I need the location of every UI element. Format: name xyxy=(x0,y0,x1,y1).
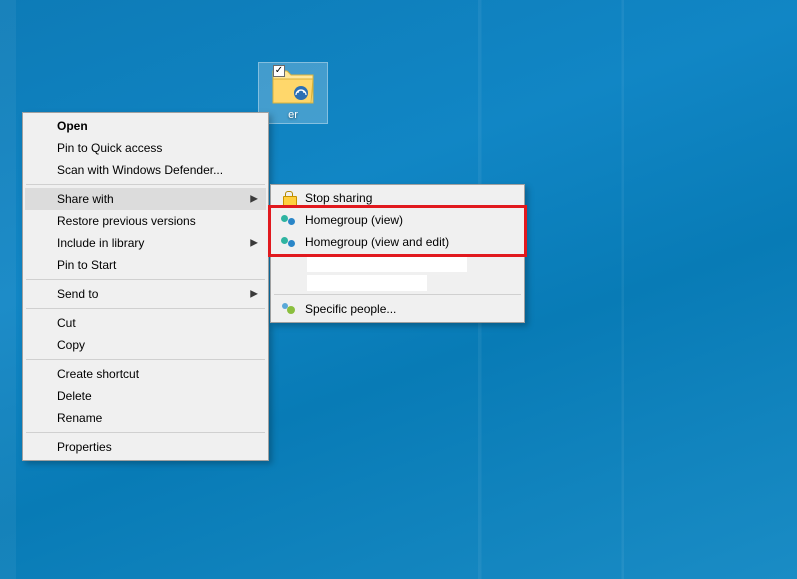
submenu-homegroup-view-label: Homegroup (view) xyxy=(305,213,403,227)
redacted-item xyxy=(307,256,467,272)
menu-scan-windows-defender-label: Scan with Windows Defender... xyxy=(57,163,223,177)
people-icon xyxy=(281,301,297,317)
menu-open[interactable]: Open xyxy=(25,115,266,137)
menu-separator xyxy=(26,184,265,185)
menu-send-to[interactable]: Send to ▶ xyxy=(25,283,266,305)
menu-restore-previous-versions-label: Restore previous versions xyxy=(57,214,196,228)
submenu-homegroup-view-edit[interactable]: Homegroup (view and edit) xyxy=(273,231,522,253)
menu-share-with[interactable]: Share with ▶ xyxy=(25,188,266,210)
lock-icon xyxy=(281,190,297,206)
menu-pin-quick-access-label: Pin to Quick access xyxy=(57,141,162,155)
menu-separator xyxy=(26,308,265,309)
menu-delete-label: Delete xyxy=(57,389,92,403)
redacted-item xyxy=(307,275,427,291)
menu-open-label: Open xyxy=(57,119,88,133)
menu-properties[interactable]: Properties xyxy=(25,436,266,458)
menu-copy[interactable]: Copy xyxy=(25,334,266,356)
submenu-stop-sharing-label: Stop sharing xyxy=(305,191,372,205)
submenu-specific-people[interactable]: Specific people... xyxy=(273,298,522,320)
submenu-stop-sharing[interactable]: Stop sharing xyxy=(273,187,522,209)
menu-separator xyxy=(26,279,265,280)
share-with-submenu: Stop sharing Homegroup (view) Homegroup … xyxy=(270,184,525,323)
submenu-specific-people-label: Specific people... xyxy=(305,302,396,316)
menu-rename[interactable]: Rename xyxy=(25,407,266,429)
menu-cut-label: Cut xyxy=(57,316,76,330)
menu-rename-label: Rename xyxy=(57,411,102,425)
folder-icon: ✓ xyxy=(271,67,315,107)
menu-create-shortcut[interactable]: Create shortcut xyxy=(25,363,266,385)
menu-create-shortcut-label: Create shortcut xyxy=(57,367,139,381)
context-menu: Open Pin to Quick access Scan with Windo… xyxy=(22,112,269,461)
menu-share-with-label: Share with xyxy=(57,192,114,206)
menu-send-to-label: Send to xyxy=(57,287,98,301)
selection-checkbox-icon: ✓ xyxy=(273,65,285,77)
menu-properties-label: Properties xyxy=(57,440,112,454)
menu-pin-to-start-label: Pin to Start xyxy=(57,258,116,272)
homegroup-icon xyxy=(281,234,297,250)
menu-scan-windows-defender[interactable]: Scan with Windows Defender... xyxy=(25,159,266,181)
menu-separator xyxy=(26,359,265,360)
menu-separator xyxy=(26,432,265,433)
menu-separator xyxy=(274,294,521,295)
homegroup-icon xyxy=(281,212,297,228)
menu-include-in-library-label: Include in library xyxy=(57,236,144,250)
submenu-arrow-icon: ▶ xyxy=(250,194,258,205)
menu-delete[interactable]: Delete xyxy=(25,385,266,407)
menu-copy-label: Copy xyxy=(57,338,85,352)
menu-pin-to-start[interactable]: Pin to Start xyxy=(25,254,266,276)
menu-pin-quick-access[interactable]: Pin to Quick access xyxy=(25,137,266,159)
menu-cut[interactable]: Cut xyxy=(25,312,266,334)
submenu-arrow-icon: ▶ xyxy=(250,238,258,249)
submenu-arrow-icon: ▶ xyxy=(250,289,258,300)
submenu-homegroup-view-edit-label: Homegroup (view and edit) xyxy=(305,235,449,249)
desktop-icon-label: er xyxy=(261,109,325,121)
submenu-homegroup-view[interactable]: Homegroup (view) xyxy=(273,209,522,231)
menu-include-in-library[interactable]: Include in library ▶ xyxy=(25,232,266,254)
menu-restore-previous-versions[interactable]: Restore previous versions xyxy=(25,210,266,232)
